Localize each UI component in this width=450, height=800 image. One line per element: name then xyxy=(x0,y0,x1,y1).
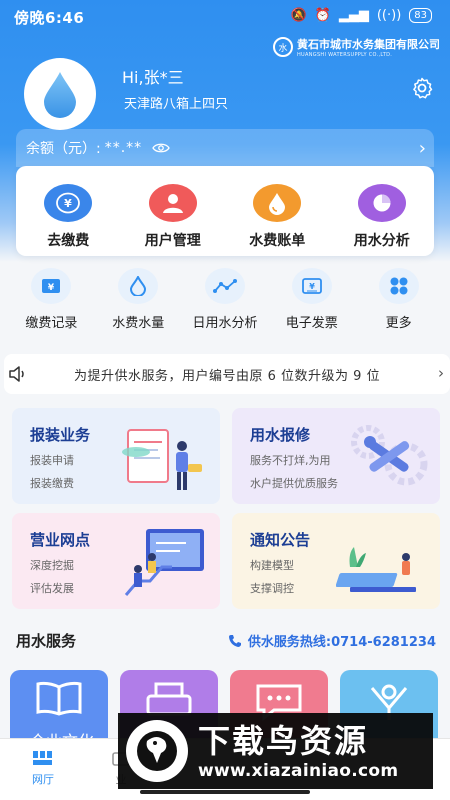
svg-text:¥: ¥ xyxy=(64,197,72,210)
repair-illustration xyxy=(351,425,428,486)
feature-line: 报装缴费 xyxy=(30,477,74,490)
action-label: 水费账单 xyxy=(249,233,306,249)
feature-title: 用水报修 xyxy=(250,426,311,444)
home-grid-icon xyxy=(33,751,52,765)
status-time: 傍晚6:46 xyxy=(14,9,85,27)
action-more[interactable]: 更多 xyxy=(355,268,442,342)
water-drop-icon xyxy=(44,72,76,118)
action-water-volume[interactable]: 水费水量 xyxy=(95,268,182,342)
brand-name: 黄石市城市水务集团有限公司 xyxy=(297,38,440,51)
balance-bar[interactable]: 余额（元）: **.** › xyxy=(16,129,434,167)
status-bar: 傍晚6:46 🔕 ⏰ ▂▄▆ ((·)) 83 xyxy=(0,0,450,34)
action-label: 用水分析 xyxy=(353,233,410,249)
feature-notice[interactable]: 通知公告 构建模型 支撑调控 xyxy=(232,513,440,609)
hotline[interactable]: 供水服务热线:0714-6281234 xyxy=(228,631,436,650)
chevron-right-icon[interactable]: › xyxy=(419,138,426,159)
gear-icon[interactable] xyxy=(410,76,434,100)
outlet-illustration xyxy=(124,529,204,596)
home-indicator xyxy=(140,790,310,794)
tab-home[interactable]: 网厅 xyxy=(32,749,54,787)
action-label: 用户管理 xyxy=(144,233,201,249)
tab-label: 网厅 xyxy=(32,773,54,786)
mute-icon: 🔕 xyxy=(290,8,307,23)
grid-more-icon xyxy=(378,268,419,304)
water-drop-icon xyxy=(118,268,159,304)
watermark-overlay: 下载鸟资源 www.xiazainiao.com xyxy=(118,713,433,789)
user-icon xyxy=(148,184,197,222)
feature-repair[interactable]: 用水报修 服务不打烊,为用 水户提供优质服务 xyxy=(232,408,440,504)
brand: 水 黄石市城市水务集团有限公司 HUANGSHI WATERSUPPLY CO.… xyxy=(273,36,440,58)
eye-icon[interactable] xyxy=(152,142,170,154)
hotline-text: 供水服务热线:0714-6281234 xyxy=(247,635,436,650)
feature-line: 服务不打烊,为用 xyxy=(250,454,331,467)
water-bill-icon xyxy=(253,184,302,222)
action-label: 水费水量 xyxy=(112,316,165,331)
user-address: 天津路八箱上四只 xyxy=(124,97,229,112)
company-logo-icon: 水 xyxy=(273,37,293,57)
status-icons: 🔕 ⏰ ▂▄▆ ((·)) 83 xyxy=(290,8,432,23)
water-service-header: 用水服务 供水服务热线:0714-6281234 xyxy=(0,626,450,654)
feature-line: 报装申请 xyxy=(30,454,74,467)
feature-line: 水户提供优质服务 xyxy=(250,477,338,490)
watermark-url: www.xiazainiao.com xyxy=(198,761,399,781)
main-actions-card: ¥ 去缴费 用户管理 水费账单 用水分析 xyxy=(16,166,434,256)
yen-coin-icon: ¥ xyxy=(44,184,93,222)
feature-line: 构建模型 xyxy=(250,559,294,572)
feature-line: 支撑调控 xyxy=(250,582,294,595)
action-payment-record[interactable]: ¥ 缴费记录 xyxy=(8,268,95,342)
signal-icon: ▂▄▆ xyxy=(338,8,369,23)
invoice-icon: ¥ xyxy=(291,268,332,304)
feature-line: 评估发展 xyxy=(30,582,74,595)
payment-record-icon: ¥ xyxy=(31,268,72,304)
balance-value: **.** xyxy=(104,140,143,156)
action-water-analysis[interactable]: 用水分析 xyxy=(330,166,435,256)
pie-chart-icon xyxy=(357,184,406,222)
svg-text:¥: ¥ xyxy=(309,282,315,291)
brand-name-en: HUANGSHI WATERSUPPLY CO.,LTD. xyxy=(297,52,393,58)
battery-icon: 83 xyxy=(409,8,432,23)
action-user-management[interactable]: 用户管理 xyxy=(121,166,226,256)
line-chart-icon xyxy=(204,268,245,304)
svg-text:¥: ¥ xyxy=(48,283,55,293)
feature-line: 深度挖掘 xyxy=(30,559,74,572)
wifi-icon: ((·)) xyxy=(376,8,402,23)
action-water-bill[interactable]: 水费账单 xyxy=(225,166,330,256)
install-illustration xyxy=(122,429,202,490)
speaker-icon xyxy=(9,366,24,382)
balance-label: 余额（元）: xyxy=(26,141,101,157)
feature-title: 通知公告 xyxy=(250,531,311,549)
action-label: 去缴费 xyxy=(47,233,90,249)
book-icon xyxy=(36,681,82,716)
action-label: 电子发票 xyxy=(285,316,338,331)
chevron-right-icon[interactable]: › xyxy=(438,364,444,382)
phone-icon xyxy=(228,634,241,647)
action-label: 缴费记录 xyxy=(25,316,78,331)
feature-outlets[interactable]: 营业网点 深度挖掘 评估发展 xyxy=(12,513,220,609)
section-title: 用水服务 xyxy=(16,632,77,650)
bird-logo-icon xyxy=(126,720,188,782)
action-pay[interactable]: ¥ 去缴费 xyxy=(16,166,121,256)
action-e-invoice[interactable]: ¥ 电子发票 xyxy=(268,268,355,342)
action-daily-analysis[interactable]: 日用水分析 xyxy=(182,268,269,342)
notice-bar[interactable]: 为提升供水服务，用户编号由原 6 位数升级为 9 位 › xyxy=(4,354,450,394)
notice-text: 为提升供水服务，用户编号由原 6 位数升级为 9 位 xyxy=(74,368,381,384)
avatar[interactable] xyxy=(24,58,96,130)
feature-title: 报装业务 xyxy=(30,426,91,444)
watermark-title: 下载鸟资源 xyxy=(198,722,369,760)
secondary-actions: ¥ 缴费记录 水费水量 日用水分析 ¥ 电子发票 更多 xyxy=(0,268,450,342)
alarm-icon: ⏰ xyxy=(314,8,331,23)
user-greeting: Hi,张*三 xyxy=(122,68,184,87)
notice-illustration xyxy=(336,547,416,592)
action-label: 日用水分析 xyxy=(192,316,258,331)
action-label: 更多 xyxy=(385,316,412,331)
feature-title: 营业网点 xyxy=(30,531,91,549)
feature-install[interactable]: 报装业务 报装申请 报装缴费 xyxy=(12,408,220,504)
